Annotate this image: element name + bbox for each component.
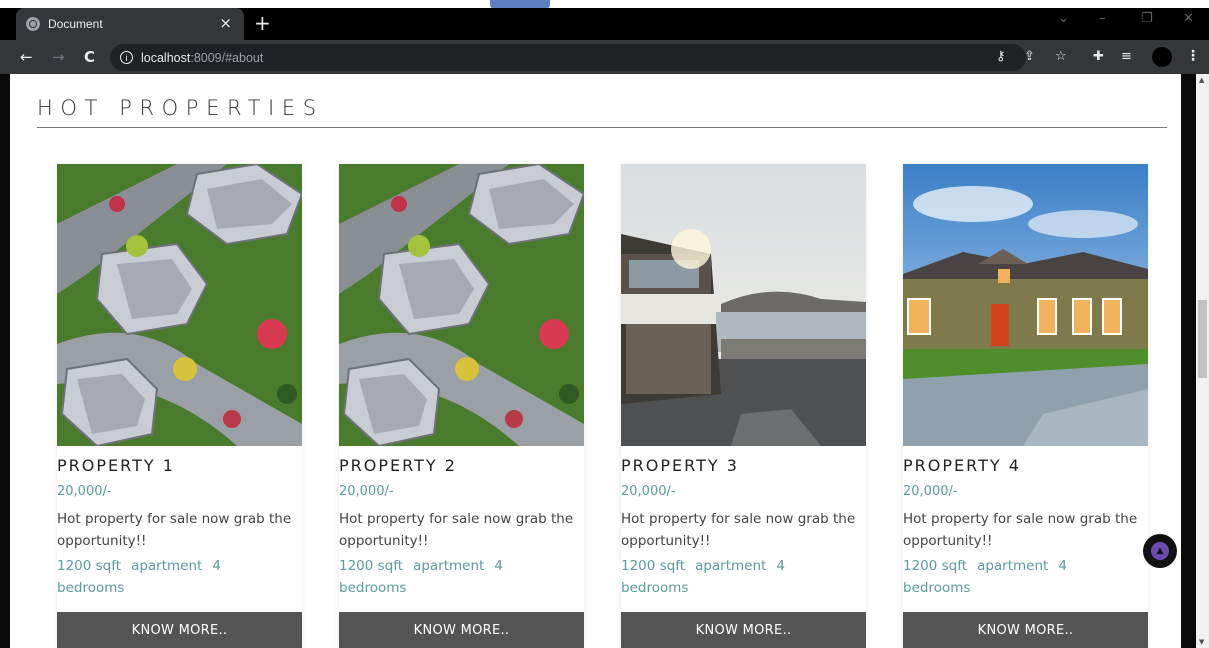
- property-name: PROPERTY 4: [903, 456, 1021, 475]
- property-image[interactable]: [621, 164, 866, 446]
- scroll-up-icon[interactable]: ▲: [1199, 76, 1204, 84]
- property-card: PROPERTY 4 20,000/- Hot property for sal…: [903, 164, 1148, 648]
- menu-icon[interactable]: ⋮: [1186, 48, 1200, 64]
- property-image[interactable]: [339, 164, 584, 446]
- property-image[interactable]: [903, 164, 1148, 446]
- know-more-button[interactable]: KNOW MORE..: [339, 612, 584, 648]
- property-meta: 1200 sqft apartment 4 bedrooms: [903, 555, 1133, 599]
- property-image[interactable]: [57, 164, 302, 446]
- property-price: 20,000/-: [903, 484, 958, 499]
- property-sqft: 1200 sqft: [903, 558, 968, 574]
- page-viewport: HOT PROPERTIES PROPERTY 1 20,000/- Hot p…: [10, 74, 1181, 648]
- arrow-up-icon: ▲: [1151, 542, 1169, 560]
- property-type: apartment: [413, 558, 485, 574]
- desktop-top-edge: [0, 0, 1209, 8]
- minimize-icon[interactable]: –: [1099, 11, 1106, 26]
- tab-search-icon[interactable]: ⌄: [1058, 11, 1069, 26]
- property-sqft: 1200 sqft: [621, 558, 686, 574]
- property-sqft: 1200 sqft: [339, 558, 404, 574]
- property-sqft: 1200 sqft: [57, 558, 122, 574]
- know-more-button[interactable]: KNOW MORE..: [57, 612, 302, 648]
- left-frame: [0, 74, 10, 648]
- browser-tab[interactable]: Document ×: [16, 8, 244, 40]
- site-info-icon[interactable]: i: [120, 51, 133, 64]
- section-divider: [37, 127, 1167, 128]
- restore-icon[interactable]: ❐: [1141, 11, 1153, 26]
- page-scrollbar[interactable]: ▲ ▼: [1196, 74, 1209, 648]
- key-icon[interactable]: ⚷: [996, 49, 1006, 64]
- property-price: 20,000/-: [57, 484, 112, 499]
- new-tab-button[interactable]: +: [254, 11, 271, 35]
- tab-title: Document: [48, 17, 103, 31]
- property-price: 20,000/-: [339, 484, 394, 499]
- property-type: apartment: [131, 558, 203, 574]
- property-type: apartment: [695, 558, 767, 574]
- property-description: Hot property for sale now grab the oppor…: [903, 511, 1138, 549]
- url-path: :8009/#about: [190, 50, 264, 65]
- extensions-icon[interactable]: ✚: [1093, 49, 1104, 64]
- property-meta: 1200 sqft apartment 4 bedrooms: [339, 555, 569, 599]
- scroll-down-icon[interactable]: ▼: [1199, 638, 1204, 646]
- section-title: HOT PROPERTIES: [37, 96, 324, 120]
- address-bar[interactable]: i localhost:8009/#about: [110, 44, 1026, 71]
- know-more-button[interactable]: KNOW MORE..: [621, 612, 866, 648]
- property-meta: 1200 sqft apartment 4 bedrooms: [57, 555, 287, 599]
- reading-list-icon[interactable]: ≡: [1121, 49, 1132, 64]
- property-description: Hot property for sale now grab the oppor…: [57, 511, 292, 549]
- scrollbar-thumb[interactable]: [1198, 300, 1207, 378]
- property-meta: 1200 sqft apartment 4 bedrooms: [621, 555, 851, 599]
- profile-avatar[interactable]: [1152, 47, 1172, 67]
- back-button[interactable]: ←: [20, 48, 33, 66]
- url-host: localhost: [141, 50, 191, 65]
- property-type: apartment: [977, 558, 1049, 574]
- know-more-button[interactable]: KNOW MORE..: [903, 612, 1148, 648]
- share-icon[interactable]: ⇪: [1024, 49, 1035, 64]
- browser-toolbar: ← → C i localhost:8009/#about ⚷ ⇪ ☆ ✚ ≡: [0, 40, 1209, 74]
- property-price: 20,000/-: [621, 484, 676, 499]
- scroll-to-top-button[interactable]: ▲: [1143, 534, 1177, 568]
- property-description: Hot property for sale now grab the oppor…: [339, 511, 574, 549]
- right-frame: [1181, 74, 1196, 648]
- close-window-icon[interactable]: ✕: [1183, 11, 1194, 26]
- property-card: PROPERTY 1 20,000/- Hot property for sal…: [57, 164, 302, 648]
- property-name: PROPERTY 3: [621, 456, 739, 475]
- star-icon[interactable]: ☆: [1055, 49, 1067, 64]
- property-card: PROPERTY 3 20,000/- Hot property for sal…: [621, 164, 866, 648]
- forward-button[interactable]: →: [52, 48, 65, 66]
- browser-window: Document × + ⌄ – ❐ ✕ ← → C i localhost:8…: [0, 0, 1209, 648]
- property-description: Hot property for sale now grab the oppor…: [621, 511, 856, 549]
- close-tab-icon[interactable]: ×: [219, 14, 232, 32]
- property-name: PROPERTY 1: [57, 456, 175, 475]
- property-card: PROPERTY 2 20,000/- Hot property for sal…: [339, 164, 584, 648]
- reload-button[interactable]: C: [84, 48, 95, 66]
- property-name: PROPERTY 2: [339, 456, 457, 475]
- globe-icon: [26, 17, 40, 31]
- desktop-top-accent: [490, 0, 550, 8]
